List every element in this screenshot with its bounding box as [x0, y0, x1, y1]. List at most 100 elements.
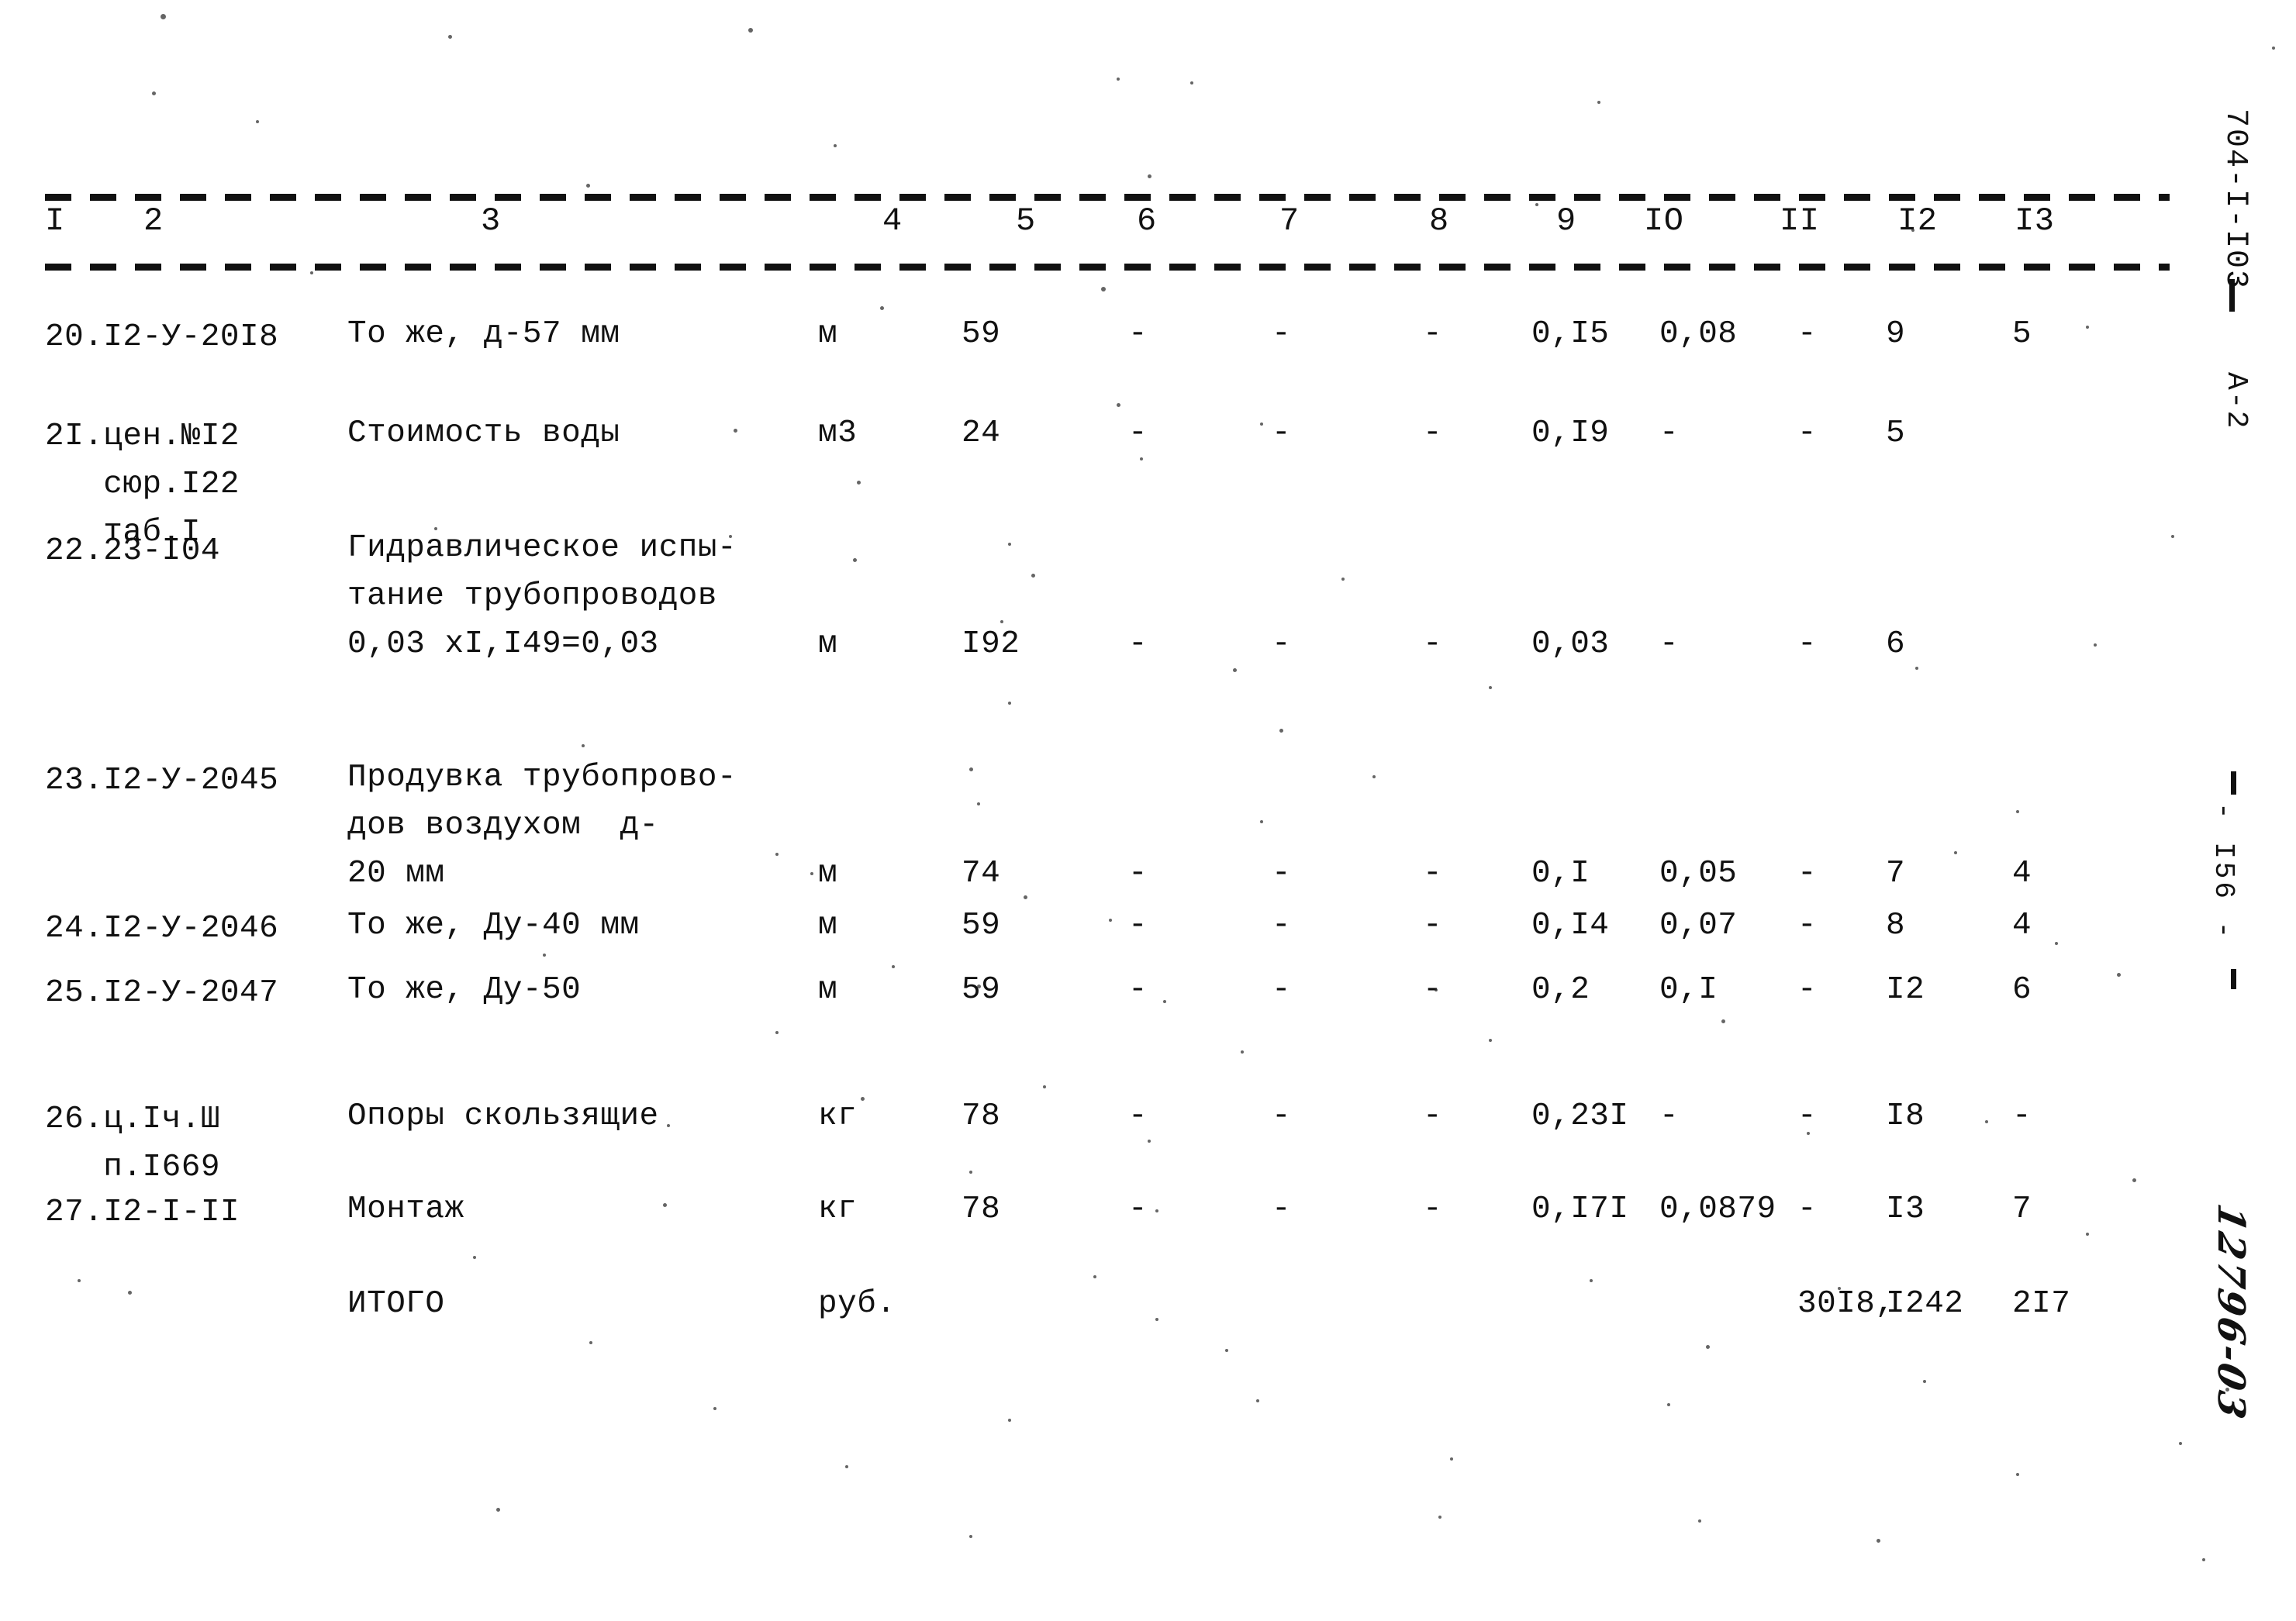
scan-speckle — [667, 1124, 670, 1127]
scan-speckle — [713, 1407, 716, 1410]
row-unit: кг — [818, 1192, 858, 1227]
row-col7: - — [1272, 316, 1292, 352]
scan-speckle — [1911, 229, 1914, 232]
row-col6: - — [1128, 856, 1148, 892]
row-description-line: Гидравлическое испы- — [347, 530, 737, 566]
column-header-7: 7 — [1279, 202, 1300, 240]
row-col8: - — [1423, 972, 1443, 1008]
row-description-line: 0,03 хI,I49=0,03 — [347, 626, 659, 662]
column-header-13: I3 — [2015, 202, 2055, 240]
row-col9: 0,03 — [1531, 626, 1610, 662]
scan-speckle — [1241, 1050, 1244, 1054]
scan-speckle — [969, 1535, 972, 1538]
row-description-line: То же, Ду-50 — [347, 972, 582, 1008]
scan-speckle — [543, 954, 546, 957]
column-header-3: 3 — [481, 202, 501, 240]
row-col13: 6 — [2012, 972, 2032, 1008]
row-quantity: 24 — [962, 416, 1001, 451]
row-col6: - — [1128, 1192, 1148, 1227]
column-header-9: 9 — [1556, 202, 1576, 240]
row-col10: 0,08 — [1659, 316, 1738, 352]
scan-speckle — [1372, 775, 1376, 778]
column-header-12: I2 — [1897, 202, 1938, 240]
row-code: 26.ц.Iч.Ш п.I669 — [45, 1102, 220, 1185]
row-col7: - — [1272, 416, 1292, 451]
column-header-8: 8 — [1429, 202, 1449, 240]
scan-speckle — [1535, 203, 1538, 206]
scan-speckle — [1915, 667, 1918, 670]
scan-speckle — [496, 1508, 500, 1512]
row-description-line: тание трубопроводов — [347, 578, 717, 614]
row-col11: - — [1797, 1192, 1818, 1227]
row-quantity: 74 — [962, 856, 1001, 892]
scan-speckle — [748, 28, 753, 33]
scan-speckle — [2132, 1178, 2136, 1182]
scan-speckle — [1109, 919, 1112, 922]
row-col6: - — [1128, 972, 1148, 1008]
row-quantity: 59 — [962, 316, 1001, 352]
row-col9: 0,I7I — [1531, 1192, 1629, 1227]
column-header-1: I — [45, 202, 65, 240]
row-col12: I8 — [1886, 1098, 1925, 1134]
sheet-code-stamp: 704-I-I03 — [2218, 109, 2253, 291]
scan-speckle — [1721, 1019, 1725, 1023]
scan-speckle — [1008, 702, 1011, 705]
row-col13: 7 — [2012, 1192, 2032, 1227]
row-col6: - — [1128, 316, 1148, 352]
scan-speckle — [1260, 422, 1263, 426]
row-col8: - — [1423, 856, 1443, 892]
row-col10: - — [1659, 416, 1680, 451]
scan-speckle — [1148, 174, 1151, 178]
row-col7: - — [1272, 856, 1292, 892]
scan-speckle — [1190, 81, 1193, 84]
scan-speckle — [729, 535, 732, 538]
row-col11: - — [1797, 856, 1818, 892]
column-header-10: IO — [1644, 202, 1684, 240]
row-col10: 0,0879 — [1659, 1192, 1776, 1227]
row-col10: - — [1659, 626, 1680, 662]
scan-speckle — [1148, 1140, 1151, 1143]
scan-speckle — [1163, 1000, 1166, 1003]
revision-stamp: А-2 — [2219, 372, 2253, 430]
column-header-6: 6 — [1137, 202, 1157, 240]
row-col12: 8 — [1886, 908, 1906, 943]
row-unit: кг — [818, 1098, 858, 1134]
row-col8: - — [1423, 1098, 1443, 1134]
row-col8: - — [1423, 626, 1443, 662]
row-col12: 6 — [1886, 626, 1906, 662]
scan-speckle — [2016, 1473, 2019, 1476]
row-col9: 0,I4 — [1531, 908, 1610, 943]
scan-speckle — [2094, 643, 2097, 647]
scan-speckle — [161, 14, 166, 19]
row-col11: - — [1797, 972, 1818, 1008]
scan-speckle — [1698, 1519, 1701, 1523]
scan-speckle — [1260, 820, 1263, 823]
margin-dash-upper — [2229, 279, 2235, 312]
row-col9: 0,I9 — [1531, 416, 1610, 451]
row-unit: м3 — [818, 416, 858, 451]
row-col8: - — [1423, 908, 1443, 943]
row-code: 27.I2-I-II — [45, 1195, 240, 1230]
scan-speckle — [1008, 543, 1011, 546]
column-header-2: 2 — [143, 202, 164, 240]
row-description-line: То же, Ду-40 мм — [347, 908, 640, 943]
row-col7: - — [1272, 908, 1292, 943]
scan-speckle — [1985, 1120, 1988, 1123]
row-col13: - — [2012, 1098, 2032, 1134]
scan-speckle — [1706, 1345, 1710, 1349]
scan-speckle — [734, 429, 737, 433]
scan-speckle — [2225, 1388, 2229, 1392]
row-col8: - — [1423, 316, 1443, 352]
scan-speckle — [857, 481, 861, 485]
scan-speckle — [2016, 810, 2019, 813]
row-code: 24.I2-У-2046 — [45, 911, 279, 947]
row-description-line: Монтаж — [347, 1192, 464, 1227]
row-description-line: То же, д-57 мм — [347, 316, 620, 352]
row-col12: 9 — [1886, 316, 1906, 352]
scan-speckle — [78, 1279, 81, 1282]
row-quantity: I92 — [962, 626, 1020, 662]
row-col7: - — [1272, 972, 1292, 1008]
row-col10: 0,I — [1659, 972, 1718, 1008]
total-unit: руб. — [818, 1286, 896, 1322]
scan-speckle — [1233, 668, 1237, 672]
